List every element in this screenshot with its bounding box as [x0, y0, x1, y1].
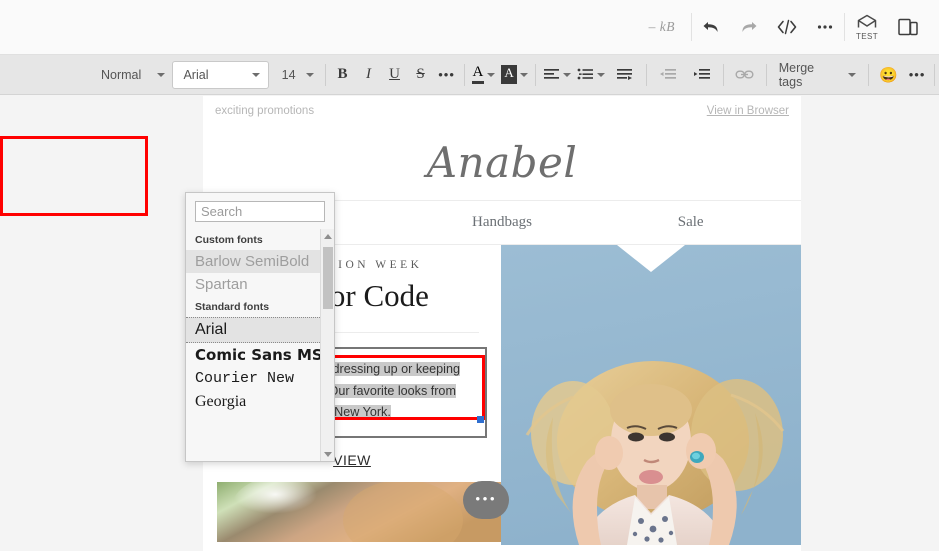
indent-button[interactable] [685, 61, 719, 89]
editor-header: – kB TEST [0, 0, 939, 55]
email-size-label: – kB [648, 19, 675, 34]
view-in-browser-link[interactable]: View in Browser [707, 105, 789, 117]
chevron-down-icon [519, 72, 528, 77]
caret-down-icon [323, 451, 332, 457]
caret-up-icon [323, 233, 332, 239]
list-button[interactable] [574, 61, 608, 89]
italic-button[interactable]: I [356, 61, 382, 89]
bullet-list-icon [577, 68, 593, 80]
underline-button[interactable]: U [382, 61, 408, 89]
paragraph-style-select[interactable]: Normal [90, 61, 172, 89]
bottom-photo [203, 481, 501, 542]
emoji-button[interactable]: 😀 [873, 66, 904, 84]
merge-tags-button[interactable]: Merge tags [771, 61, 865, 89]
toolbar-divider-2 [463, 63, 465, 86]
preheader-text: exciting promotions [215, 104, 315, 117]
toolbar-divider-3 [534, 63, 536, 86]
font-size-value: 14 [281, 67, 296, 82]
font-search-input[interactable] [195, 201, 325, 222]
scrollbar-thumb[interactable] [323, 247, 333, 309]
bottom-photo-image [203, 481, 501, 542]
code-view-button[interactable] [768, 8, 806, 46]
outdent-button[interactable] [651, 61, 685, 89]
scroll-down-button[interactable] [321, 447, 334, 461]
font-family-dropdown: Custom fonts Barlow SemiBold Spartan Sta… [185, 192, 335, 462]
hero-right-photo [501, 245, 801, 550]
font-option-barlow-semibold[interactable]: Barlow SemiBold [186, 250, 334, 273]
font-size-select[interactable]: 14 [273, 61, 321, 89]
line-height-icon [616, 69, 632, 80]
device-preview-icon [898, 18, 918, 36]
test-envelope-icon [857, 14, 877, 27]
toolbar-divider-4 [645, 63, 647, 86]
insert-link-button[interactable] [728, 61, 762, 89]
block-options-button[interactable]: ••• [463, 481, 509, 519]
chevron-down-icon [487, 72, 496, 77]
undo-button[interactable] [692, 8, 730, 46]
font-option-spartan[interactable]: Spartan [186, 273, 334, 296]
align-button[interactable] [540, 61, 574, 89]
highlight-color-button[interactable]: A [498, 61, 530, 89]
redo-button[interactable] [730, 8, 768, 46]
toolbar-divider-8 [934, 63, 936, 86]
paragraph-style-value: Normal [101, 67, 142, 82]
brand-row: Anabel [203, 125, 801, 201]
strikethrough-button[interactable]: S [408, 61, 434, 89]
indent-icon [693, 69, 710, 79]
chevron-down-icon [157, 72, 166, 77]
font-family-value: Arial [183, 67, 209, 82]
header-history-group [692, 8, 844, 46]
chevron-down-icon [562, 72, 571, 77]
chevron-down-icon [305, 72, 314, 77]
photo-notch [617, 245, 685, 272]
email-editor-app: – kB TEST Normal Arial 14 B I U S ••• A … [0, 0, 939, 551]
font-option-comic-sans-ms[interactable]: Comic Sans MS [186, 343, 334, 367]
font-option-arial[interactable]: Arial [186, 317, 334, 343]
resize-handle[interactable] [477, 415, 484, 423]
device-preview-button[interactable] [889, 8, 927, 46]
custom-fonts-highlight [0, 136, 148, 216]
font-option-courier-new[interactable]: Courier New [186, 367, 334, 390]
toolbar-divider-6 [765, 63, 767, 86]
merge-tags-label: Merge tags [778, 60, 815, 89]
redo-icon [742, 22, 757, 32]
text-color-button[interactable]: A [469, 61, 499, 89]
chevron-down-icon [848, 72, 857, 77]
outdent-icon [659, 69, 676, 79]
bold-button[interactable]: B [330, 61, 356, 89]
font-family-select[interactable]: Arial [172, 60, 269, 89]
link-icon [735, 70, 754, 79]
font-search-wrap [186, 193, 334, 229]
font-group-header-custom: Custom fonts [186, 229, 334, 250]
toolbar-divider-1 [324, 63, 326, 86]
font-option-georgia[interactable]: Georgia [186, 390, 334, 414]
model-photo [501, 245, 801, 545]
code-icon [777, 19, 797, 35]
toolbar-divider-5 [722, 63, 724, 86]
nav-item-handbags[interactable]: Handbags [408, 214, 597, 231]
highlight-color-icon: A [501, 65, 517, 84]
more-icon [817, 25, 833, 29]
send-test-button[interactable]: TEST [845, 6, 889, 48]
chevron-down-icon [596, 72, 605, 77]
align-left-icon [543, 69, 559, 79]
nav-item-sale[interactable]: Sale [596, 214, 785, 231]
font-group-header-standard: Standard fonts [186, 296, 334, 317]
scroll-up-button[interactable] [321, 229, 334, 243]
header-more-button[interactable] [806, 8, 844, 46]
font-list-scrollbar[interactable] [320, 229, 334, 461]
toolbar-divider-7 [868, 63, 870, 86]
brand-logo: Anabel [426, 138, 578, 187]
preheader-row: exciting promotions View in Browser [203, 96, 801, 125]
line-height-button[interactable] [608, 61, 642, 89]
text-color-icon: A [471, 64, 485, 84]
email-canvas-area: exciting promotions View in Browser Anab… [0, 96, 939, 551]
more-formatting-button[interactable]: ••• [434, 61, 460, 89]
chevron-down-icon [251, 72, 260, 77]
toolbar-more-button[interactable]: ••• [904, 61, 930, 89]
undo-icon [703, 22, 718, 32]
font-list: Custom fonts Barlow SemiBold Spartan Sta… [186, 229, 334, 461]
formatting-toolbar: Normal Arial 14 B I U S ••• A A Merge ta… [0, 55, 939, 95]
test-label: TEST [855, 31, 879, 41]
